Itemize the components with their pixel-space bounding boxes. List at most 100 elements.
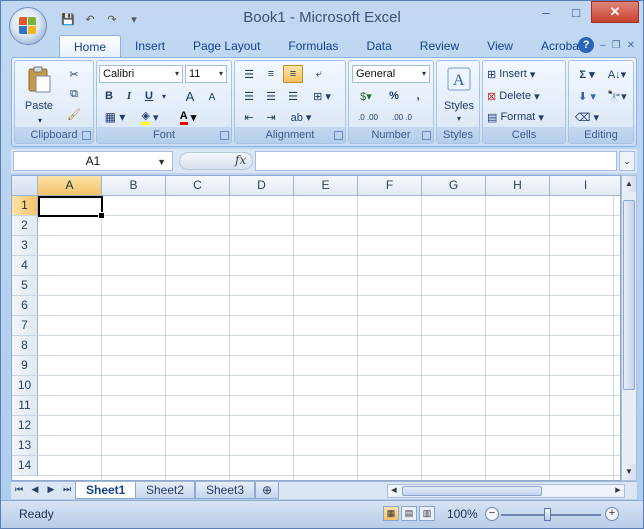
font-size-select[interactable]: 11 ▾	[185, 65, 227, 83]
delete-cells-button[interactable]: ⊠ Delete ▾	[487, 87, 563, 105]
scroll-up-icon[interactable]: ▲	[622, 176, 636, 192]
align-left-icon[interactable]: ☰	[239, 87, 259, 105]
insert-cells-button[interactable]: ⊞ Insert ▾	[487, 65, 563, 83]
wrap-text-icon[interactable]: ⤶	[309, 65, 329, 83]
bold-button[interactable]: B	[101, 87, 117, 105]
last-sheet-icon[interactable]: ⏭	[61, 484, 73, 495]
column-header-f[interactable]: F	[358, 176, 422, 196]
align-center-icon[interactable]: ☰	[261, 87, 281, 105]
column-header-c[interactable]: C	[166, 176, 230, 196]
sort-filter-icon[interactable]: A↓▾	[603, 65, 631, 83]
italic-button[interactable]: I	[121, 87, 137, 105]
row-header-8[interactable]: 8	[12, 336, 38, 356]
underline-button[interactable]: U	[141, 87, 157, 105]
row-header-10[interactable]: 10	[12, 376, 38, 396]
minimize-button[interactable]: –	[531, 1, 561, 23]
cell-area[interactable]	[38, 196, 620, 480]
ribbon-restore-button[interactable]: ❐	[612, 40, 621, 51]
page-break-view-icon[interactable]: ▥	[419, 506, 435, 521]
zoom-in-icon[interactable]: +	[605, 507, 619, 521]
align-bottom-icon[interactable]: ≡	[283, 65, 303, 83]
column-header-i[interactable]: I	[550, 176, 620, 196]
maximize-button[interactable]: □	[561, 1, 591, 23]
increase-indent-icon[interactable]: ⇥	[261, 109, 281, 125]
help-icon[interactable]: ?	[578, 37, 595, 53]
number-format-select[interactable]: General ▾	[352, 65, 430, 83]
first-sheet-icon[interactable]: ⏮	[13, 484, 25, 495]
expand-formula-bar-icon[interactable]: ⌄	[619, 151, 635, 171]
clipboard-launcher-icon[interactable]	[82, 131, 91, 140]
office-button[interactable]	[9, 7, 47, 45]
number-launcher-icon[interactable]	[422, 131, 431, 140]
fill-icon[interactable]: ⬇ ▾	[573, 87, 601, 105]
tab-page-layout[interactable]: Page Layout	[179, 35, 274, 57]
find-select-icon[interactable]: 🔭▾	[603, 87, 631, 105]
row-header-6[interactable]: 6	[12, 296, 38, 316]
column-header-b[interactable]: B	[102, 176, 166, 196]
insert-function-button[interactable]: fx	[235, 153, 246, 167]
ribbon-minimize-button[interactable]: –	[600, 40, 606, 51]
horizontal-scroll-thumb[interactable]	[402, 486, 542, 496]
horizontal-scrollbar[interactable]: ◀ ▶	[387, 484, 625, 498]
row-header-14[interactable]: 14	[12, 456, 38, 476]
paste-icon[interactable]	[21, 65, 57, 95]
align-top-icon[interactable]: ☰	[239, 65, 259, 83]
column-header-a[interactable]: A	[38, 176, 102, 196]
row-header-13[interactable]: 13	[12, 436, 38, 456]
styles-dropdown-icon[interactable]: ▾	[439, 113, 479, 123]
prev-sheet-icon[interactable]: ◀	[29, 484, 41, 495]
font-launcher-icon[interactable]	[220, 131, 229, 140]
clear-icon[interactable]: ⌫ ▾	[573, 109, 601, 125]
paste-dropdown-icon[interactable]: ▾	[23, 115, 57, 125]
paste-button[interactable]: Paste	[19, 99, 59, 113]
sheet-tab-sheet2[interactable]: Sheet2	[135, 482, 196, 499]
accounting-format-icon[interactable]: $▾	[353, 87, 379, 105]
underline-dropdown-icon[interactable]: ▾	[159, 87, 169, 105]
merge-center-icon[interactable]: ⊞ ▾	[309, 87, 335, 105]
scroll-right-icon[interactable]: ▶	[612, 485, 624, 497]
close-button[interactable]: ✕	[591, 1, 639, 23]
cut-icon[interactable]: ✂	[65, 65, 83, 83]
copy-icon[interactable]: ⧉	[65, 85, 83, 103]
active-cell-a1[interactable]	[38, 196, 105, 219]
tab-data[interactable]: Data	[352, 35, 405, 57]
tab-formulas[interactable]: Formulas	[274, 35, 352, 57]
styles-icon[interactable]: A	[445, 65, 473, 93]
scroll-left-icon[interactable]: ◀	[388, 485, 400, 497]
zoom-out-icon[interactable]: −	[485, 507, 499, 521]
ribbon-close-button[interactable]: ✕	[627, 40, 635, 51]
row-header-2[interactable]: 2	[12, 216, 38, 236]
grow-font-button[interactable]: A	[181, 87, 199, 105]
comma-style-button[interactable]: ,	[409, 87, 427, 105]
column-header-h[interactable]: H	[486, 176, 550, 196]
align-right-icon[interactable]: ☰	[283, 87, 303, 105]
orientation-icon[interactable]: ab ▾	[287, 109, 315, 125]
column-header-g[interactable]: G	[422, 176, 486, 196]
borders-icon[interactable]: ▦ ▾	[101, 109, 129, 125]
row-header-9[interactable]: 9	[12, 356, 38, 376]
zoom-slider[interactable]	[501, 514, 601, 516]
percent-style-button[interactable]: %	[385, 87, 403, 105]
row-header-12[interactable]: 12	[12, 416, 38, 436]
alignment-launcher-icon[interactable]	[334, 131, 343, 140]
next-sheet-icon[interactable]: ▶	[45, 484, 57, 495]
select-all-button[interactable]	[12, 176, 38, 196]
autosum-icon[interactable]: Σ ▾	[573, 65, 601, 83]
row-header-7[interactable]: 7	[12, 316, 38, 336]
zoom-level[interactable]: 100%	[447, 507, 478, 521]
scroll-down-icon[interactable]: ▼	[622, 464, 636, 480]
font-name-select[interactable]: Calibri ▾	[99, 65, 183, 83]
sheet-tab-sheet1[interactable]: Sheet1	[75, 482, 137, 499]
row-header-11[interactable]: 11	[12, 396, 38, 416]
tab-home[interactable]: Home	[59, 35, 122, 57]
worksheet-grid[interactable]: A B C D E F G H I 1 2 3 4 5 6 7 8 9 10 1…	[11, 175, 621, 481]
normal-view-icon[interactable]: ▦	[383, 506, 399, 521]
column-header-e[interactable]: E	[294, 176, 358, 196]
row-header-4[interactable]: 4	[12, 256, 38, 276]
tab-view[interactable]: View	[473, 35, 527, 57]
align-middle-icon[interactable]: ≡	[261, 65, 281, 83]
row-header-3[interactable]: 3	[12, 236, 38, 256]
row-header-5[interactable]: 5	[12, 276, 38, 296]
tab-insert[interactable]: Insert	[121, 35, 179, 57]
format-painter-icon[interactable]: 🖌	[65, 105, 83, 123]
